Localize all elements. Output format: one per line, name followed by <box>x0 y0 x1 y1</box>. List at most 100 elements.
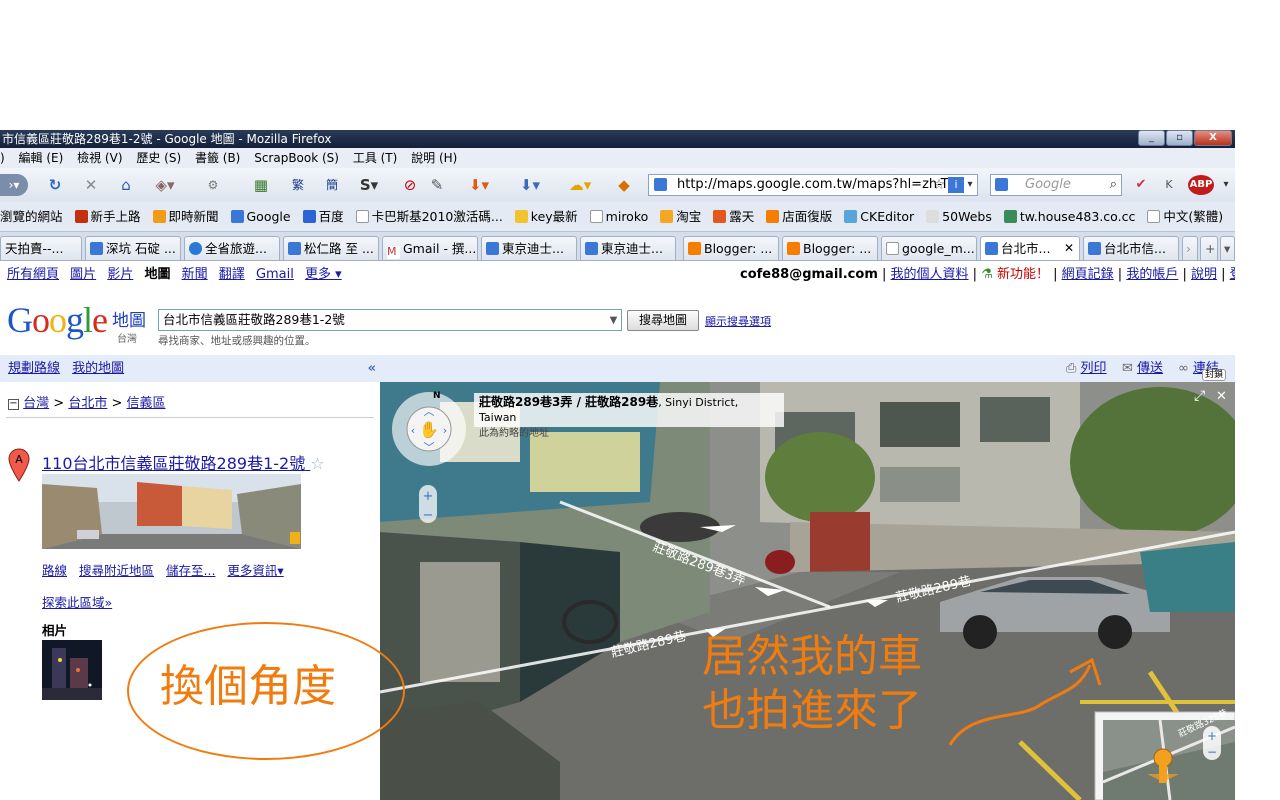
bookmark-item[interactable]: 露天 <box>713 202 754 231</box>
gbar-translate[interactable]: 翻譯 <box>219 267 245 282</box>
bookmark-item[interactable]: 新手上路 <box>74 202 141 231</box>
pan-left-icon[interactable]: ‹ <box>411 424 415 437</box>
search-box[interactable]: Google ⌕ <box>990 174 1122 196</box>
search-maps-button[interactable]: 搜尋地圖 <box>627 310 699 331</box>
minimap-zoom-in-icon[interactable]: + <box>1207 729 1217 743</box>
bookmark-item[interactable]: 淘宝 <box>660 202 701 231</box>
bookmark-item[interactable]: key最新 <box>514 202 578 231</box>
new-features-link[interactable]: 新功能！ <box>997 267 1049 282</box>
magnifier-icon[interactable]: ⌕ <box>1110 175 1117 195</box>
info-icon[interactable]: i <box>948 177 964 193</box>
map-pin-icon[interactable]: A <box>8 448 30 482</box>
k-icon[interactable]: K <box>1160 174 1178 196</box>
send-button[interactable]: ✉ 傳送 <box>1122 355 1163 382</box>
gbar-more[interactable]: 更多 ▾ <box>305 267 342 282</box>
tab-active[interactable]: 台北市... ✕ <box>980 236 1080 260</box>
explore-area-link[interactable]: 探索此區域» <box>42 592 112 611</box>
gbar-web[interactable]: 所有網頁 <box>7 267 59 282</box>
pan-right-icon[interactable]: › <box>443 424 447 437</box>
signout-link[interactable]: 登出 <box>1230 267 1235 282</box>
pan-down-icon[interactable]: ﹀ <box>424 441 435 454</box>
menu-scrapbook[interactable]: ScrapBook (S) <box>254 151 339 165</box>
bookmark-item[interactable]: CKEditor <box>844 202 914 231</box>
fullscreen-icon[interactable]: ⤢ <box>1194 388 1205 404</box>
bookmark-item[interactable]: 50Webs <box>926 202 992 231</box>
breadcrumb-xinyi[interactable]: 信義區 <box>127 396 166 411</box>
breadcrumb-taiwan[interactable]: 台灣 <box>23 396 49 411</box>
menu-bookmarks[interactable]: 書籤 (B) <box>195 151 240 165</box>
tab[interactable]: Blogger: ... <box>782 236 878 260</box>
tab[interactable]: Blogger: ... <box>683 236 779 260</box>
url-dropdown-icon[interactable]: ▾ <box>964 174 976 196</box>
tab[interactable]: M Gmail - 撰... <box>382 236 478 260</box>
gbar-news[interactable]: 新聞 <box>182 267 208 282</box>
search-nearby-link[interactable]: 搜尋附近地區 <box>79 563 154 578</box>
collapse-panel-icon[interactable]: « <box>368 355 376 382</box>
tab[interactable]: google_m... <box>881 236 977 260</box>
print-button[interactable]: ⎙ 列印 <box>1066 355 1107 382</box>
pegman-icon[interactable] <box>1153 748 1173 768</box>
bookmark-item[interactable]: 店面復版 <box>766 202 832 231</box>
close-button[interactable]: X <box>1194 130 1232 146</box>
my-maps-link[interactable]: 我的地圖 <box>72 361 124 376</box>
tab[interactable]: 東京迪士... <box>481 236 577 260</box>
url-bar[interactable]: http://maps.google.com.tw/maps?hl=zh-TW <box>648 174 978 196</box>
minimap-zoom-out-icon[interactable]: − <box>1207 745 1217 759</box>
more-info-link[interactable]: 更多資訊▾ <box>227 563 283 578</box>
zoom-in-icon[interactable]: + <box>423 489 434 504</box>
forward-button[interactable]: ›▾ <box>0 174 28 196</box>
tab-scroll-right-icon[interactable]: › <box>1182 236 1198 260</box>
route-link[interactable]: 路線 <box>42 563 67 578</box>
tool-icon[interactable]: ⚙ <box>205 174 221 196</box>
bookmark-flag-icon[interactable]: ✔ <box>1132 174 1150 196</box>
adblock-button[interactable]: ABP <box>1188 175 1214 195</box>
maximize-button[interactable]: ▫ <box>1166 130 1193 146</box>
gbar-images[interactable]: 圖片 <box>70 267 96 282</box>
menu-help[interactable]: 說明 (H) <box>411 151 457 165</box>
breadcrumb-taipei[interactable]: 台北市 <box>68 396 107 411</box>
minimize-button[interactable]: _ <box>1138 130 1165 146</box>
search-options-link[interactable]: 顯示搜尋選項 <box>705 313 771 329</box>
menu-edit[interactable]: 編輯 (E) <box>19 151 64 165</box>
tab[interactable]: 天拍賣--... <box>0 236 82 260</box>
stop-icon[interactable]: ✕ <box>80 174 102 196</box>
bookmark-item[interactable]: 即時新聞 <box>152 202 219 231</box>
star-icon[interactable]: ☆ <box>930 174 948 196</box>
gbar-maps[interactable]: 地圖 <box>144 267 170 282</box>
screenshot-icon[interactable]: ▦ <box>248 174 274 196</box>
menu-view[interactable]: 檢視 (V) <box>77 151 122 165</box>
tab[interactable]: 台北市信... <box>1083 236 1179 260</box>
result-title[interactable]: 110台北市信義區莊敬路289巷1-2號 ☆ <box>42 450 325 474</box>
home-icon[interactable]: ⌂ <box>115 174 137 196</box>
bookmark-item[interactable]: 百度 <box>302 202 344 231</box>
adblock-dropdown-icon[interactable]: ▾ <box>1220 174 1232 196</box>
search-dropdown-icon[interactable]: ▼ <box>606 309 622 331</box>
menu-tools[interactable]: 工具 (T) <box>353 151 398 165</box>
collapse-icon[interactable]: − <box>8 399 19 410</box>
star-icon[interactable]: ☆ <box>310 454 324 473</box>
search-input[interactable]: 台北市信義區莊敬路289巷1-2號 <box>158 309 606 331</box>
save-to-link[interactable]: 儲存至... <box>166 563 215 578</box>
feather-icon[interactable]: ✎ <box>426 174 448 196</box>
tab[interactable]: 全省旅遊... <box>184 236 280 260</box>
download2-icon[interactable]: ⬇▾ <box>510 174 550 196</box>
close-streetview-icon[interactable]: ✕ <box>1216 389 1227 404</box>
tab[interactable]: 深坑 石碇 ... <box>85 236 181 260</box>
tab-list-icon[interactable]: ▾ <box>1220 236 1235 260</box>
google-logo[interactable]: Google <box>7 300 108 340</box>
bookmark-item[interactable]: Google <box>230 202 291 231</box>
help-link[interactable]: 說明 <box>1191 267 1217 282</box>
traditional-chinese-button[interactable]: 繁 <box>288 174 308 196</box>
streetview-thumbnail[interactable] <box>42 474 301 549</box>
weather-icon[interactable]: ☁▾ <box>560 174 600 196</box>
tab[interactable]: 松仁路 至 ... <box>283 236 379 260</box>
gbar-video[interactable]: 影片 <box>107 267 133 282</box>
tab[interactable]: 東京迪士... <box>580 236 676 260</box>
photo-thumbnail[interactable] <box>42 640 102 700</box>
mini-map[interactable]: 莊敬路325巷 + − <box>1094 706 1235 800</box>
menu-history[interactable]: 歷史 (S) <box>136 151 181 165</box>
bookmark-item[interactable]: tw.house483.co.cc <box>1003 202 1135 231</box>
history-link[interactable]: 網頁記錄 <box>1062 267 1114 282</box>
addon-icon[interactable]: ◈▾ <box>150 174 180 196</box>
directions-link[interactable]: 規劃路線 <box>8 361 60 376</box>
